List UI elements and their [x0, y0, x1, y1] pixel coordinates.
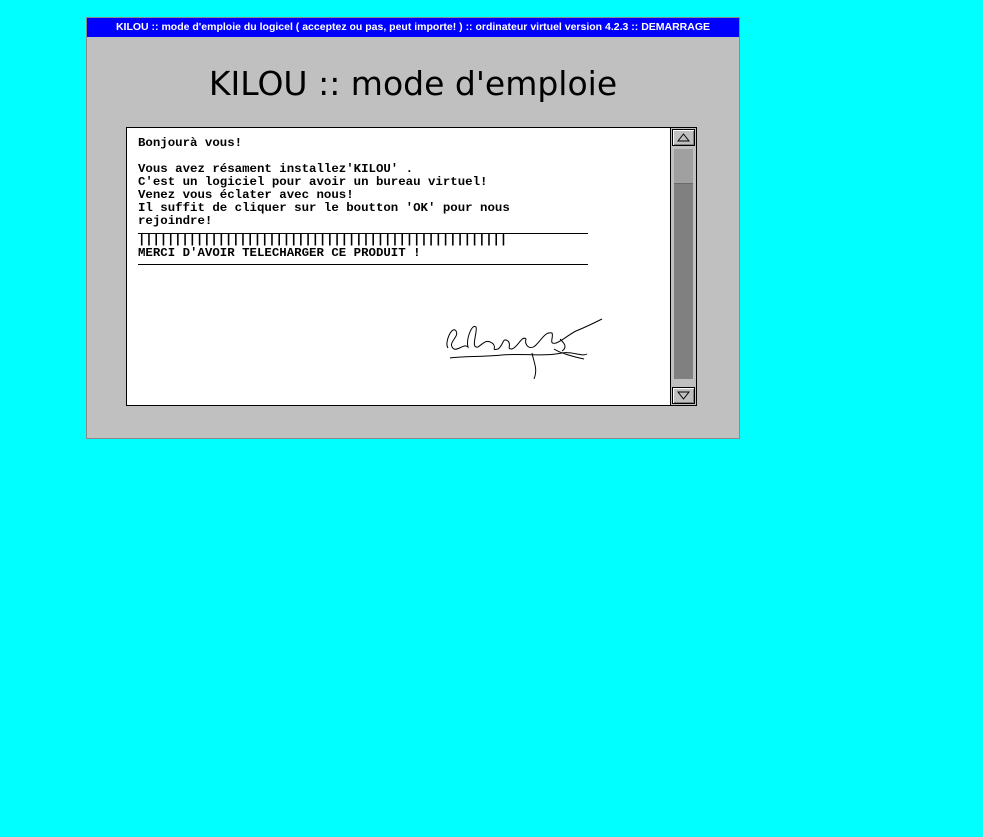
page-heading: KILOU :: mode d'emploie [208, 64, 618, 103]
window-title: KILOU :: mode d'emploie du logicel ( acc… [115, 21, 711, 33]
triangle-down-icon [677, 391, 690, 400]
window-titlebar[interactable]: KILOU :: mode d'emploie du logicel ( acc… [87, 18, 739, 37]
vertical-scrollbar[interactable] [670, 128, 696, 405]
message-text-area: Bonjourà vous! Vous avez résament instal… [138, 137, 598, 265]
signature-image [446, 318, 603, 380]
thanks-text: MERCI D'AVOIR TELECHARGER CE PRODUIT ! [138, 246, 421, 260]
scroll-track[interactable] [674, 149, 693, 379]
scroll-thumb[interactable] [674, 149, 693, 184]
triangle-up-icon [677, 133, 690, 142]
scroll-down-button[interactable] [672, 387, 695, 404]
message-panel: Bonjourà vous! Vous avez résament instal… [126, 127, 697, 406]
message-line-5: rejoindre! [138, 214, 213, 228]
kilou-window: KILOU :: mode d'emploie du logicel ( acc… [86, 17, 740, 439]
bottom-divider [138, 264, 588, 265]
greeting-text: Bonjourà vous! [138, 136, 243, 150]
scroll-up-button[interactable] [672, 129, 695, 146]
